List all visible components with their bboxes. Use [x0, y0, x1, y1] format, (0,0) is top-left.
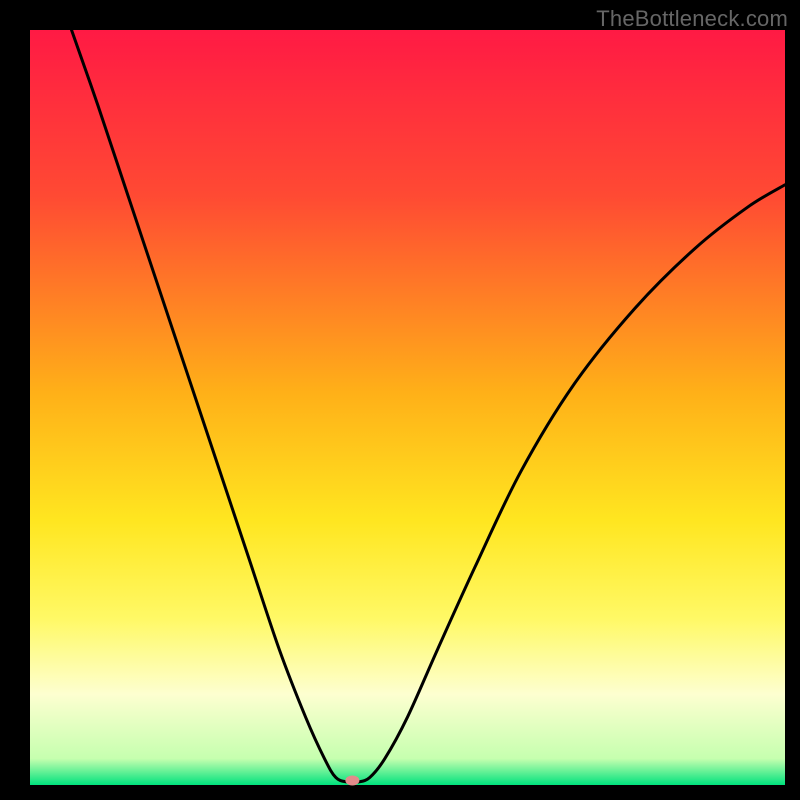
- gradient-background: [30, 30, 785, 785]
- watermark-text: TheBottleneck.com: [596, 6, 788, 32]
- chart-svg: [0, 0, 800, 800]
- minimum-marker: [345, 775, 359, 785]
- bottleneck-chart: TheBottleneck.com: [0, 0, 800, 800]
